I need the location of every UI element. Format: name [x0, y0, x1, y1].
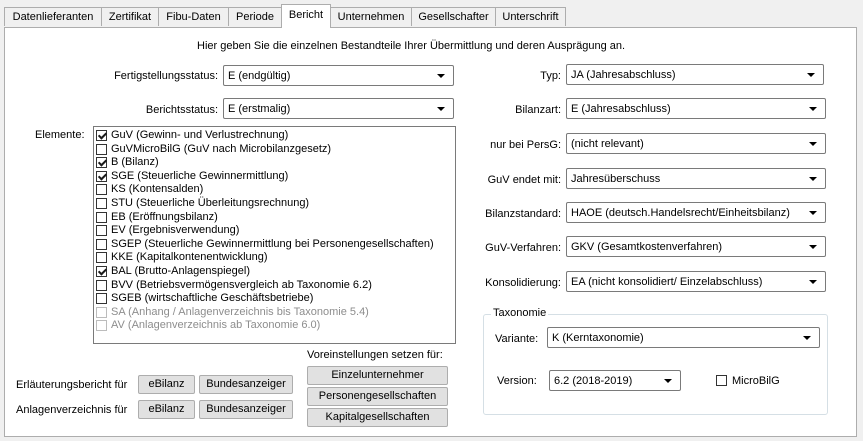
elemente-item-label: SGEB (wirtschaftliche Geschäftsbetriebe): [111, 292, 314, 305]
checkbox-unchecked-icon[interactable]: [96, 279, 107, 291]
preset-kapitalgesellschaften-button[interactable]: Kapitalgesellschaften: [307, 408, 448, 427]
berichtsstatus-value: E (erstmalig): [228, 103, 291, 115]
tab-fibu-daten[interactable]: Fibu-Daten: [158, 7, 229, 26]
elemente-checklist[interactable]: GuV (Gewinn- und Verlustrechnung) GuVMicr…: [93, 126, 456, 344]
elemente-item-label: SGE (Steuerliche Gewinnermittlung): [111, 169, 289, 182]
guv-verfahren-label: GuV-Verfahren:: [485, 242, 561, 254]
chevron-down-icon: [809, 142, 817, 146]
elemente-label: Elemente:: [35, 129, 85, 141]
tab-periode[interactable]: Periode: [228, 7, 282, 26]
erlaeuterungsbericht-label: Erläuterungsbericht für: [16, 379, 128, 391]
bilanzstandard-select[interactable]: HAOE (deutsch.Handelsrecht/Einheitsbilan…: [566, 202, 826, 223]
elemente-item-label: EB (Eröffnungsbilanz): [111, 210, 218, 223]
chevron-down-icon: [807, 73, 815, 77]
persg-select[interactable]: (nicht relevant): [566, 133, 826, 154]
anlagenverzeichnis-label: Anlagenverzeichnis für: [16, 404, 128, 416]
checkbox-box: [716, 375, 727, 386]
anlagen-ebilanz-button[interactable]: eBilanz: [138, 400, 195, 419]
tab-bericht[interactable]: Bericht: [281, 4, 331, 28]
berichtsstatus-select[interactable]: E (erstmalig): [223, 98, 454, 119]
fertigstellungsstatus-label: Fertigstellungsstatus:: [114, 70, 218, 82]
chevron-down-icon: [809, 211, 817, 215]
persg-value: (nicht relevant): [571, 138, 644, 150]
bilanzart-select[interactable]: E (Jahresabschluss): [566, 98, 826, 119]
checkbox-checked-icon[interactable]: [96, 130, 107, 141]
version-value: 6.2 (2018-2019): [554, 375, 633, 387]
elemente-item-label: KKE (Kapitalkontenentwicklung): [111, 251, 268, 264]
checkbox-unchecked-icon: [96, 320, 107, 332]
persg-label: nur bei PersG:: [490, 139, 561, 151]
chevron-down-icon: [809, 245, 817, 249]
voreinstellungen-label: Voreinstellungen setzen für:: [307, 349, 443, 361]
taxonomie-title: Taxonomie: [491, 306, 549, 320]
preset-personengesellschaften-button[interactable]: Personengesellschaften: [307, 387, 448, 406]
fertigstellungsstatus-select[interactable]: E (endgültig): [223, 65, 454, 86]
checkbox-unchecked-icon[interactable]: [96, 143, 107, 155]
checkbox-unchecked-icon[interactable]: [96, 225, 107, 237]
intro-text: Hier geben Sie die einzelnen Bestandteil…: [197, 40, 626, 52]
guv-endet-value: Jahresüberschuss: [571, 173, 661, 185]
typ-select[interactable]: JA (Jahresabschluss): [566, 64, 824, 85]
guv-verfahren-value: GKV (Gesamtkostenverfahren): [571, 241, 723, 253]
guv-verfahren-select[interactable]: GKV (Gesamtkostenverfahren): [566, 236, 826, 257]
typ-value: JA (Jahresabschluss): [571, 69, 676, 81]
guv-endet-label: GuV endet mit:: [487, 174, 561, 186]
checkbox-unchecked-icon[interactable]: [96, 238, 107, 250]
version-select[interactable]: 6.2 (2018-2019): [549, 370, 681, 391]
checkbox-checked-icon[interactable]: [96, 170, 107, 182]
elemente-item-label: B (Bilanz): [111, 156, 159, 169]
chevron-down-icon: [809, 177, 817, 181]
checkbox-checked-icon[interactable]: [96, 157, 107, 169]
chevron-down-icon: [803, 336, 811, 340]
chevron-down-icon: [809, 280, 817, 284]
elemente-item-label: GuVMicroBilG (GuV nach Microbilanzgesetz…: [111, 142, 332, 155]
bilanzstandard-value: HAOE (deutsch.Handelsrecht/Einheitsbilan…: [571, 207, 790, 219]
berichtsstatus-label: Berichtsstatus:: [145, 104, 218, 116]
chevron-down-icon: [664, 379, 672, 383]
variante-label: Variante:: [495, 333, 539, 345]
tab-gesellschafter[interactable]: Gesellschafter: [411, 7, 496, 26]
chevron-down-icon: [437, 107, 445, 111]
tab-zertifikat[interactable]: Zertifikat: [101, 7, 159, 26]
variante-select[interactable]: K (Kerntaxonomie): [547, 327, 820, 348]
elemente-item-label: SA (Anhang / Anlagenverzeichnis bis Taxo…: [111, 305, 369, 318]
chevron-down-icon: [809, 107, 817, 111]
chevron-down-icon: [437, 74, 445, 78]
elemente-item-label: KS (Kontensalden): [111, 183, 204, 196]
checkbox-unchecked-icon[interactable]: [96, 184, 107, 196]
variante-value: K (Kerntaxonomie): [552, 332, 644, 344]
konsolidierung-select[interactable]: EA (nicht konsolidiert/ Einzelabschluss): [566, 271, 826, 292]
tab-unterschrift[interactable]: Unterschrift: [495, 7, 566, 26]
guv-endet-select[interactable]: Jahresüberschuss: [566, 168, 826, 189]
konsolidierung-value: EA (nicht konsolidiert/ Einzelabschluss): [571, 276, 763, 288]
elemente-item-label: AV (Anlagenverzeichnis ab Taxonomie 6.0): [111, 319, 321, 332]
tab-datenlieferanten[interactable]: Datenlieferanten: [4, 7, 102, 26]
erlaeuterung-ebilanz-button[interactable]: eBilanz: [138, 375, 195, 394]
elemente-item-label: BVV (Betriebsvermögensvergleich ab Taxon…: [111, 278, 372, 291]
checkbox-checked-icon[interactable]: [96, 266, 107, 277]
version-label: Version:: [497, 375, 537, 387]
microbilg-label: MicroBilG: [732, 375, 780, 387]
elemente-item-label: BAL (Brutto-Anlagenspiegel): [111, 265, 251, 277]
checkbox-unchecked-icon[interactable]: [96, 211, 107, 223]
anlagen-bundesanzeiger-button[interactable]: Bundesanzeiger: [199, 400, 293, 419]
checkbox-unchecked-icon: [96, 306, 107, 318]
elemente-item-label: GuV (Gewinn- und Verlustrechnung): [111, 129, 289, 141]
konsolidierung-label: Konsolidierung:: [485, 277, 561, 289]
checkbox-unchecked-icon[interactable]: [96, 293, 107, 305]
checkbox-unchecked-icon[interactable]: [96, 198, 107, 209]
erlaeuterung-bundesanzeiger-button[interactable]: Bundesanzeiger: [199, 375, 293, 394]
preset-einzelunternehmer-button[interactable]: Einzelunternehmer: [307, 366, 448, 385]
microbilg-checkbox[interactable]: [716, 375, 727, 386]
elemente-item-label: EV (Ergebnisverwendung): [111, 224, 240, 237]
elemente-item-label: SGEP (Steuerliche Gewinnermittlung bei P…: [111, 237, 434, 250]
fertigstellungsstatus-value: E (endgültig): [228, 70, 291, 82]
bilanzart-value: E (Jahresabschluss): [571, 103, 671, 115]
elemente-item-label: STU (Steuerliche Überleitungsrechnung): [111, 197, 310, 209]
typ-label: Typ:: [540, 70, 561, 82]
checkbox-unchecked-icon[interactable]: [96, 252, 107, 264]
bilanzart-label: Bilanzart:: [515, 104, 561, 116]
tab-unternehmen[interactable]: Unternehmen: [330, 7, 412, 26]
bilanzstandard-label: Bilanzstandard:: [485, 208, 561, 220]
